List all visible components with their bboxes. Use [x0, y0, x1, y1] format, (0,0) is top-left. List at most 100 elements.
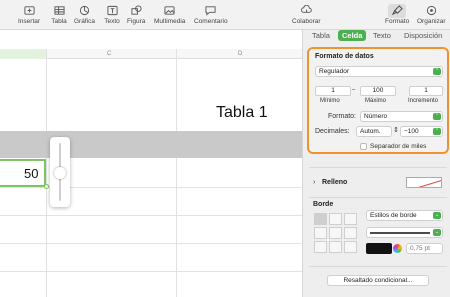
- number-format-value: Número: [364, 113, 388, 120]
- solid-line-icon: [370, 232, 430, 234]
- chevron-down-icon: ⌄: [433, 212, 441, 219]
- data-format-select-value: Regulador: [319, 68, 349, 75]
- negative-format-select[interactable]: −100 ⌃: [400, 126, 443, 137]
- table-title[interactable]: Tabla 1: [216, 104, 268, 122]
- column-d-label[interactable]: D: [238, 51, 242, 57]
- collaborate-label: Colaborar: [292, 18, 321, 25]
- border-bottom-icon[interactable]: [344, 241, 357, 253]
- tab-table[interactable]: Tabla: [312, 31, 330, 40]
- format-label: Formato:: [328, 113, 357, 120]
- color-wheel-icon[interactable]: [393, 244, 402, 253]
- border-color-well[interactable]: [366, 243, 392, 254]
- border-middle-icon[interactable]: [329, 241, 342, 253]
- border-style-select[interactable]: Estilos de borde ⌄: [366, 210, 443, 221]
- range-dash: –: [352, 87, 356, 93]
- fill-color-well[interactable]: [406, 177, 442, 188]
- increment-label: Incremento: [408, 98, 439, 104]
- organize-label: Organizar: [417, 18, 446, 25]
- chart-button[interactable]: Gráfica: [74, 4, 95, 25]
- decimals-stepper[interactable]: Autom.: [356, 126, 392, 137]
- border-center-icon[interactable]: [329, 227, 342, 239]
- minimum-field[interactable]: 1: [315, 86, 351, 96]
- insert-icon: [23, 5, 35, 15]
- border-width-field[interactable]: 0,75 pt: [406, 243, 443, 254]
- tab-text[interactable]: Texto: [373, 31, 391, 40]
- thousands-separator-label: Separador de miles: [370, 143, 427, 150]
- table-header-row[interactable]: [0, 131, 302, 158]
- selected-cell[interactable]: [0, 159, 46, 187]
- row-divider: [0, 243, 302, 244]
- shape-button[interactable]: Figura: [127, 4, 145, 25]
- table-label: Tabla: [51, 18, 67, 25]
- fill-label[interactable]: Relleno: [322, 179, 347, 186]
- border-style-value: Estilos de borde: [370, 212, 417, 219]
- chart-label: Gráfica: [74, 18, 95, 25]
- increment-field[interactable]: 1: [409, 86, 443, 96]
- collaborate-button[interactable]: Colaborar: [292, 4, 321, 25]
- table-button[interactable]: Tabla: [50, 4, 68, 25]
- text-icon: [106, 5, 118, 15]
- border-right-icon[interactable]: [344, 227, 357, 239]
- data-format-title: Formato de datos: [315, 53, 374, 60]
- spreadsheet-canvas[interactable]: C D Tabla 1 50: [0, 30, 302, 297]
- thousands-separator-checkbox[interactable]: [360, 143, 367, 150]
- comment-button[interactable]: Comentario: [194, 4, 228, 25]
- negative-format-value: −100: [404, 128, 419, 135]
- number-format-select[interactable]: Número ⌃: [360, 111, 443, 122]
- collaborate-icon: [300, 4, 312, 13]
- border-line-select[interactable]: ⌄: [366, 227, 443, 238]
- comment-label: Comentario: [194, 18, 228, 25]
- insert-button[interactable]: Insertar: [18, 4, 40, 25]
- format-label: Formato: [385, 18, 410, 25]
- insert-label: Insertar: [18, 18, 41, 25]
- border-width-value: 0,75 pt: [410, 245, 430, 252]
- data-format-section: Formato de datos Regulador ⌃ 1 – 100 1 M…: [307, 47, 449, 154]
- text-label: Texto: [104, 18, 120, 25]
- toolbar: Insertar Tabla Gráfica Texto Figura Mult…: [0, 0, 450, 30]
- chevron-down-icon: ⌄: [433, 229, 441, 236]
- tab-cell[interactable]: Celda: [338, 30, 367, 41]
- section-divider: [309, 197, 447, 198]
- slider-knob[interactable]: [54, 167, 66, 179]
- shape-label: Figura: [127, 18, 146, 25]
- chevron-updown-icon: ⌃: [433, 68, 441, 75]
- text-button[interactable]: Texto: [103, 4, 121, 25]
- conditional-highlight-button[interactable]: Resaltado condicional...: [327, 275, 429, 286]
- maximum-label: Máximo: [365, 98, 387, 104]
- organize-icon: [426, 5, 436, 15]
- cell-resize-handle[interactable]: [44, 184, 49, 189]
- tab-layout[interactable]: Disposición: [404, 31, 442, 40]
- format-inspector: Tabla Celda Texto Disposición Formato de…: [302, 30, 450, 297]
- column-divider: [176, 49, 177, 297]
- organize-button[interactable]: Organizar: [417, 4, 446, 25]
- stepper-arrows-icon[interactable]: ⇕: [393, 126, 399, 134]
- border-outer-icon[interactable]: [329, 213, 342, 225]
- border-title: Borde: [313, 201, 334, 208]
- media-button[interactable]: Multimedia: [154, 4, 185, 25]
- chevron-updown-icon: ⌃: [433, 113, 441, 120]
- cell-slider-control[interactable]: [50, 137, 70, 207]
- media-icon: [164, 5, 175, 15]
- maximum-field[interactable]: 100: [360, 86, 396, 96]
- section-divider: [309, 266, 447, 267]
- row-divider: [0, 271, 302, 272]
- data-format-select[interactable]: Regulador ⌃: [315, 66, 443, 77]
- border-top-icon[interactable]: [314, 241, 327, 253]
- border-left-icon[interactable]: [314, 227, 327, 239]
- media-label: Multimedia: [154, 18, 186, 25]
- border-inner-icon[interactable]: [344, 213, 357, 225]
- format-button[interactable]: Formato: [385, 4, 409, 25]
- comment-icon: [205, 5, 216, 16]
- fill-disclosure-icon[interactable]: ›: [313, 179, 315, 186]
- border-all-icon[interactable]: [314, 213, 327, 225]
- decimals-value: Autom.: [360, 128, 381, 135]
- cell-value: 50: [24, 166, 39, 181]
- chart-icon: [79, 5, 90, 15]
- table-icon: [53, 5, 65, 15]
- shape-icon: [131, 4, 142, 15]
- paintbrush-icon: [391, 4, 403, 15]
- column-c-label[interactable]: C: [107, 51, 111, 57]
- inspector-tabs: Tabla Celda Texto Disposición: [303, 30, 450, 43]
- column-divider: [46, 49, 47, 297]
- selected-column-highlight: [0, 49, 46, 59]
